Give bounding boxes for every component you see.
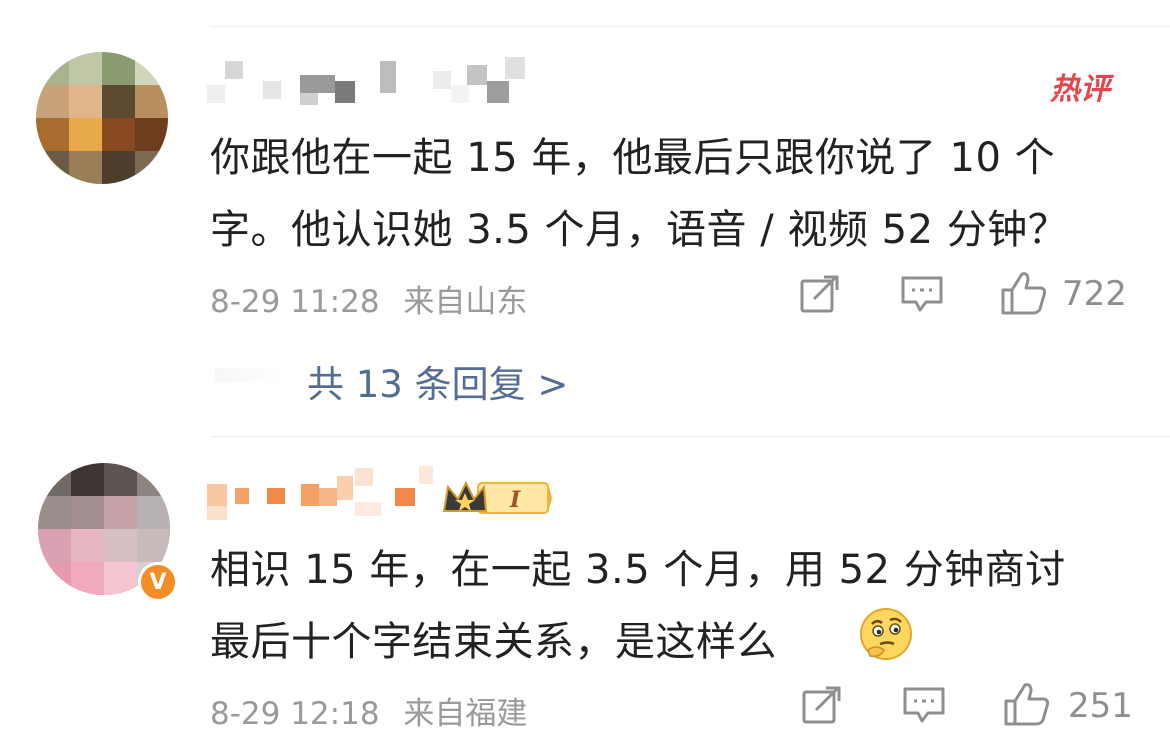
comment-divider (210, 436, 1170, 437)
comment-text: 你跟他在一起 15 年，他最后只跟你说了 10 个 字。他认识她 3.5 个月，… (210, 122, 1130, 266)
repost-icon[interactable] (800, 275, 840, 313)
comment-meta: 8-29 12:18 来自福建 (210, 688, 541, 733)
comment-text-line: 最后十个字结束关系，是这样么 (210, 619, 777, 665)
comment-text-line: 你跟他在一起 15 年，他最后只跟你说了 10 个 (210, 135, 1056, 181)
thinking-emoji-icon (860, 608, 912, 660)
like-icon[interactable] (1003, 681, 1051, 727)
fan-badge-level: I (509, 487, 521, 513)
comment-meta: 8-29 11:28 来自山东 (210, 276, 541, 321)
verified-badge: V (138, 562, 178, 602)
comment-text-line: 相识 15 年，在一起 3.5 个月，用 52 分钟商讨 (210, 547, 1066, 593)
replies-preview-fade (215, 368, 285, 382)
top-divider (210, 26, 1170, 27)
comment-location: 来自福建 (403, 696, 528, 732)
comment-icon[interactable] (900, 274, 944, 314)
comment-location: 来自山东 (403, 284, 528, 320)
avatar[interactable] (36, 52, 168, 184)
like-icon[interactable] (1000, 270, 1048, 316)
like-count: 251 (1068, 686, 1133, 726)
username-mosaic[interactable] (205, 55, 535, 115)
comment-date: 8-29 11:28 (210, 284, 380, 320)
comment-text-line: 字。他认识她 3.5 个月，语音 / 视频 52 分钟？ (210, 207, 1069, 253)
view-replies-link[interactable]: 共 13 条回复 > (307, 354, 568, 408)
comment-date: 8-29 12:18 (210, 696, 380, 732)
hot-comment-badge: 热评 (1050, 72, 1110, 107)
avatar-mosaic-icon (36, 52, 168, 184)
crown-fan-badge-icon[interactable]: I (440, 477, 552, 519)
username-mosaic[interactable] (205, 462, 445, 524)
repost-icon[interactable] (802, 686, 842, 724)
like-count: 722 (1062, 274, 1127, 314)
comment-icon[interactable] (902, 685, 946, 725)
comment-text: 相识 15 年，在一起 3.5 个月，用 52 分钟商讨 最后十个字结束关系，是… (210, 534, 1130, 678)
